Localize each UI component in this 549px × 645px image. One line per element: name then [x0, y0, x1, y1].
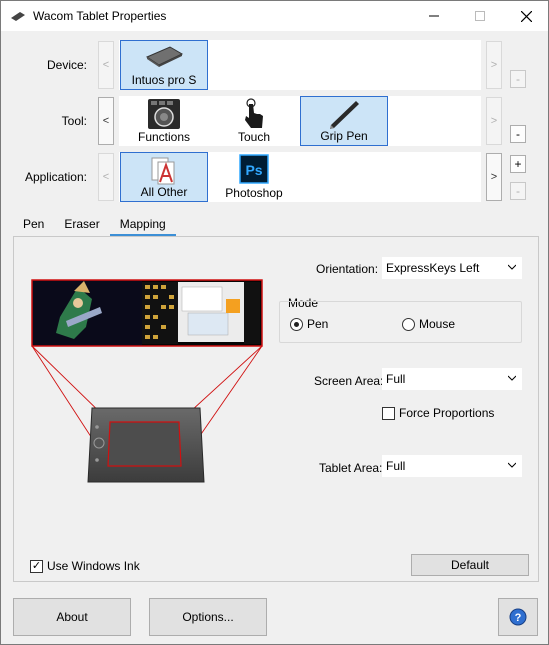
tool-scroll-right[interactable]: >: [486, 97, 502, 145]
minimize-icon: [429, 15, 439, 17]
tool-tile-functions[interactable]: Functions: [120, 96, 208, 146]
tab-mapping[interactable]: Mapping: [109, 214, 176, 236]
device-scroll-left[interactable]: <: [98, 41, 114, 89]
mode-pen-label: Pen: [307, 317, 329, 331]
tool-strip: Functions Touch Grip Pen: [119, 96, 481, 146]
maximize-icon: [475, 11, 485, 21]
screen-preview: [32, 280, 262, 346]
remove-device-button[interactable]: -: [510, 70, 526, 88]
chevron-left-icon: <: [102, 171, 110, 183]
minus-icon: -: [516, 72, 520, 86]
minus-icon: -: [516, 127, 520, 141]
screen-area-label: Screen Area:: [314, 374, 384, 388]
default-button[interactable]: Default: [411, 554, 529, 576]
force-proportions-label: Force Proportions: [399, 406, 495, 420]
mode-mouse-label: Mouse: [419, 317, 456, 331]
chevron-down-icon: [508, 375, 516, 381]
help-button[interactable]: ?: [498, 598, 538, 636]
use-windows-ink-label: Use Windows Ink: [47, 559, 140, 573]
close-icon: [520, 10, 532, 22]
screen-area-dropdown[interactable]: Full: [382, 368, 522, 390]
minimize-button[interactable]: [411, 1, 457, 31]
all-other-apps-icon: [151, 157, 175, 185]
chevron-right-icon: >: [490, 59, 498, 71]
mapping-panel: Orientation: ExpressKeys Left Mode Pen M…: [13, 236, 539, 582]
minus-icon: -: [516, 184, 520, 198]
maximize-button[interactable]: [457, 1, 503, 31]
tab-eraser[interactable]: Eraser: [54, 214, 109, 236]
radio-checked-icon: [290, 317, 303, 331]
screen-area-value: Full: [386, 372, 406, 386]
device-tile-intuos[interactable]: Intuos pro S: [120, 40, 208, 90]
grip-pen-icon: [330, 101, 359, 129]
application-label: Application:: [24, 170, 87, 184]
photoshop-icon: Ps: [239, 154, 269, 184]
about-button[interactable]: About: [13, 598, 131, 636]
mapping-preview: [31, 279, 263, 483]
remove-application-button[interactable]: -: [510, 182, 526, 200]
chevron-left-icon: <: [102, 59, 110, 71]
tablet-area-dropdown[interactable]: Full: [382, 455, 522, 477]
checkbox-unchecked-icon: [382, 406, 395, 420]
orientation-label: Orientation:: [316, 262, 379, 276]
window-title: Wacom Tablet Properties: [33, 9, 167, 23]
tablet-illustration: [87, 407, 205, 483]
svg-text:?: ?: [515, 612, 522, 624]
plus-icon: +: [514, 157, 522, 171]
tool-tile-label: Touch: [237, 130, 271, 144]
chevron-left-icon: <: [102, 115, 110, 127]
help-icon: ?: [509, 608, 527, 626]
mode-mouse-radio[interactable]: Mouse: [402, 317, 455, 331]
mode-pen-radio[interactable]: Pen: [290, 317, 328, 331]
application-tile-photoshop[interactable]: Ps Photoshop: [210, 152, 298, 202]
tool-tile-label: Grip Pen: [320, 129, 368, 143]
functions-icon: [148, 99, 180, 129]
touch-hand-icon: [245, 98, 263, 128]
application-strip: All Other Ps Photoshop: [119, 152, 481, 202]
tab-pen[interactable]: Pen: [13, 214, 54, 236]
tool-label: Tool:: [61, 114, 87, 128]
checkmark-icon: ✓: [30, 559, 43, 573]
device-scroll-right[interactable]: >: [486, 41, 502, 89]
application-scroll-left[interactable]: <: [98, 153, 114, 201]
force-proportions-checkbox[interactable]: Force Proportions: [382, 406, 494, 420]
tablet-area-value: Full: [386, 459, 406, 473]
chevron-down-icon: [508, 462, 516, 468]
wacom-tablet-icon: [11, 12, 25, 21]
application-tile-all-other[interactable]: All Other: [120, 152, 208, 202]
add-application-button[interactable]: +: [510, 155, 526, 173]
svg-text:Ps: Ps: [245, 162, 262, 178]
device-tile-label: Intuos pro S: [131, 73, 197, 87]
tablet-icon: [145, 46, 184, 67]
orientation-dropdown[interactable]: ExpressKeys Left: [382, 257, 522, 279]
tablet-area-label: Tablet Area:: [319, 461, 383, 475]
use-windows-ink-checkbox[interactable]: ✓ Use Windows Ink: [30, 559, 140, 573]
application-tile-label: All Other: [140, 185, 188, 199]
application-tile-label: Photoshop: [225, 186, 283, 200]
chevron-down-icon: [508, 264, 516, 270]
chevron-right-icon: >: [490, 171, 498, 183]
options-button[interactable]: Options...: [149, 598, 267, 636]
close-button[interactable]: [503, 1, 549, 31]
radio-unchecked-icon: [402, 317, 415, 331]
tool-tile-label: Functions: [137, 130, 191, 144]
application-scroll-right[interactable]: >: [486, 153, 502, 201]
orientation-value: ExpressKeys Left: [386, 261, 480, 275]
tool-tile-grip-pen[interactable]: Grip Pen: [300, 96, 388, 146]
tab-bar: Pen Eraser Mapping: [13, 214, 176, 236]
device-strip: Intuos pro S: [119, 40, 481, 90]
device-label: Device:: [46, 58, 87, 72]
tool-tile-touch[interactable]: Touch: [210, 96, 298, 146]
chevron-right-icon: >: [490, 115, 498, 127]
tool-scroll-left[interactable]: <: [98, 97, 114, 145]
remove-tool-button[interactable]: -: [510, 125, 526, 143]
wacom-properties-window: Wacom Tablet Properties Device: < Intuos…: [0, 0, 549, 645]
title-bar: Wacom Tablet Properties: [1, 1, 548, 31]
